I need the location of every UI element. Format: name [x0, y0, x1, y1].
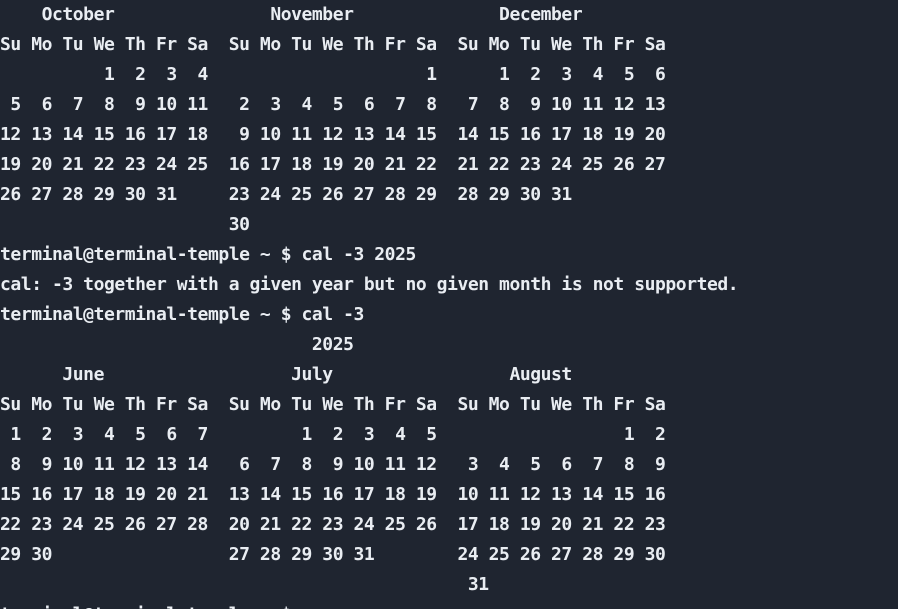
cal-weekday-row: Su Mo Tu We Th Fr Sa Su Mo Tu We Th Fr S… [0, 394, 666, 415]
cal-year-header: 2025 [0, 334, 354, 355]
cal-week-row: 8 9 10 11 12 13 14 6 7 8 9 10 11 12 3 4 … [0, 454, 666, 475]
cal-header-oct-nov-dec: October November December [0, 4, 656, 25]
cal-week-row: 30 [0, 214, 666, 235]
cal-weekday-row: Su Mo Tu We Th Fr Sa Su Mo Tu We Th Fr S… [0, 34, 666, 55]
error-message: cal: -3 together with a given year but n… [0, 274, 739, 295]
cal-week-row: 1 2 3 4 5 6 7 1 2 3 4 5 1 2 [0, 424, 666, 445]
cal-week-row: 15 16 17 18 19 20 21 13 14 15 16 17 18 1… [0, 484, 666, 505]
cal-week-row: 22 23 24 25 26 27 28 20 21 22 23 24 25 2… [0, 514, 666, 535]
command-line: terminal@terminal-temple ~ $ cal -3 [0, 304, 364, 325]
cal-week-row: 19 20 21 22 23 24 25 16 17 18 19 20 21 2… [0, 154, 666, 175]
cal-week-row: 1 2 3 4 1 1 2 3 4 5 6 [0, 64, 666, 85]
cal-week-row: 31 [0, 574, 666, 595]
cal-week-row: 5 6 7 8 9 10 11 2 3 4 5 6 7 8 7 8 9 10 1… [0, 94, 666, 115]
command-line: terminal@terminal-temple ~ $ cal -3 2025 [0, 244, 416, 265]
cal-week-row: 29 30 27 28 29 30 31 24 25 26 27 28 29 3… [0, 544, 666, 565]
cal-header-jun-jul-aug: June July August [0, 364, 666, 385]
command-prompt[interactable]: terminal@terminal-temple ~ $ [0, 600, 738, 609]
cal-week-row: 12 13 14 15 16 17 18 9 10 11 12 13 14 15… [0, 124, 666, 145]
cal-week-row: 26 27 28 29 30 31 23 24 25 26 27 28 29 2… [0, 184, 666, 205]
terminal-output: October November December Su Mo Tu We Th… [0, 0, 739, 609]
terminal-window[interactable]: October November December Su Mo Tu We Th… [0, 0, 898, 609]
